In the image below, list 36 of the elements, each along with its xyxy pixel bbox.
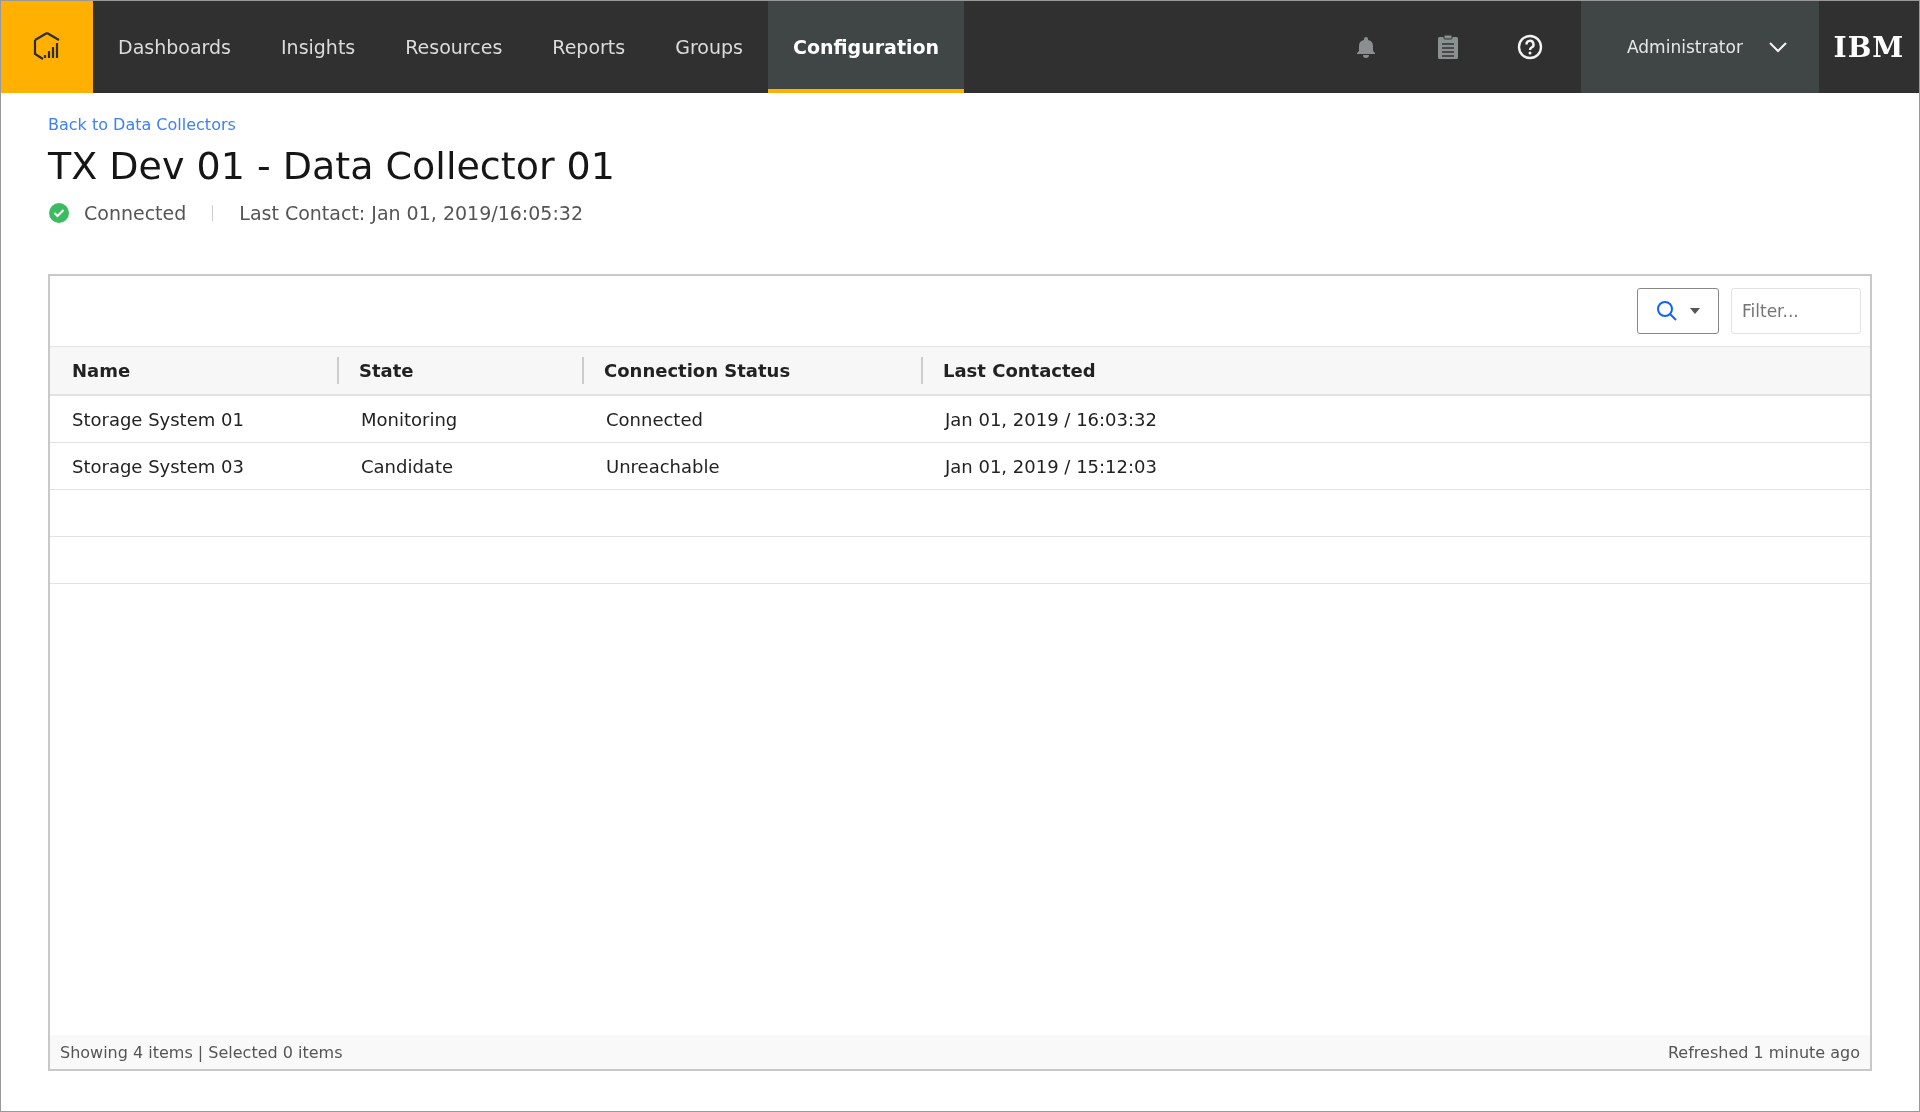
table-cell: Unreachable [606, 455, 720, 477]
bell-icon [1355, 35, 1377, 59]
nav-tab[interactable]: Resources [380, 1, 528, 93]
check-circle-icon [48, 202, 70, 224]
table-cell: Jan 01, 2019 / 15:12:03 [945, 455, 1157, 477]
page-title: TX Dev 01 - Data Collector 01 [48, 144, 616, 188]
caret-down-icon [1690, 308, 1700, 314]
refresh-time: Refreshed 1 minute ago [1667, 1042, 1860, 1062]
column-header[interactable]: Connection Status [604, 360, 791, 381]
clipboard-icon [1437, 34, 1459, 60]
nav-tab[interactable]: Groups [650, 1, 768, 93]
last-contact: Last Contact: Jan 01, 2019/16:05:32 [239, 202, 583, 224]
help-icon [1517, 34, 1543, 60]
column-header[interactable]: State [359, 360, 414, 381]
table-cell: Candidate [361, 455, 454, 477]
app-logo[interactable] [1, 1, 93, 93]
column-header[interactable]: Last Contacted [943, 360, 1096, 381]
nav-tab[interactable]: Configuration [767, 1, 965, 93]
item-count: Showing 4 items | Selected 0 items [60, 1042, 343, 1062]
table-cell: Jan 01, 2019 / 16:03:32 [945, 408, 1157, 430]
nav-tab[interactable]: Dashboards [93, 1, 256, 93]
brand-logo: IBM [1832, 29, 1906, 66]
filter-field[interactable]: Filter... [1731, 288, 1861, 334]
back-link[interactable]: Back to Data Collectors [48, 115, 1872, 134]
search-icon [1656, 300, 1678, 322]
connection-status: Connected [84, 202, 187, 224]
table-cell: Connected [606, 408, 703, 430]
table-cell: Storage System 01 [72, 408, 244, 430]
nav-tab[interactable]: Reports [527, 1, 651, 93]
nav-tab[interactable]: Insights [256, 1, 381, 93]
table-cell: Storage System 03 [72, 455, 244, 477]
chevron-down-icon [1769, 41, 1787, 53]
user-menu[interactable]: Administrator [1581, 1, 1819, 93]
table-cell: Monitoring [361, 408, 458, 430]
column-header[interactable]: Name [72, 360, 131, 381]
search-button[interactable] [1637, 288, 1719, 334]
